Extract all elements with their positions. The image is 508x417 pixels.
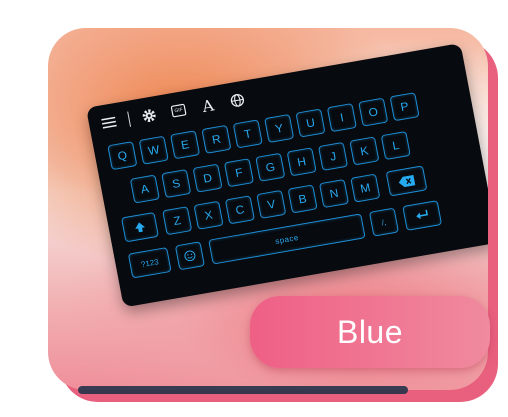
menu-icon[interactable] bbox=[97, 111, 120, 133]
key-w[interactable]: W bbox=[138, 135, 169, 165]
font-icon[interactable]: A bbox=[196, 94, 219, 116]
key-f[interactable]: F bbox=[223, 158, 255, 188]
key-r[interactable]: R bbox=[201, 124, 232, 154]
key-l[interactable]: L bbox=[380, 130, 411, 161]
key-k[interactable]: K bbox=[349, 136, 380, 166]
theme-name-badge[interactable]: Blue bbox=[250, 296, 490, 368]
key-y[interactable]: Y bbox=[264, 113, 295, 144]
sticker-icon[interactable]: GIF bbox=[167, 99, 190, 121]
key-v[interactable]: V bbox=[256, 189, 287, 219]
key-n[interactable]: N bbox=[318, 178, 350, 209]
key-x[interactable]: X bbox=[193, 200, 224, 230]
key-o[interactable]: O bbox=[358, 97, 389, 127]
numbers-key[interactable]: ?123 bbox=[127, 247, 172, 279]
key-d[interactable]: D bbox=[192, 163, 223, 193]
key-t[interactable]: T bbox=[232, 119, 263, 149]
globe-icon[interactable] bbox=[226, 89, 249, 111]
key-s[interactable]: S bbox=[161, 169, 192, 199]
backspace-icon bbox=[398, 174, 416, 187]
theme-name-label: Blue bbox=[336, 313, 404, 350]
shift-key[interactable] bbox=[120, 211, 159, 243]
backspace-key[interactable] bbox=[385, 165, 428, 197]
key-j[interactable]: J bbox=[317, 141, 349, 171]
key-c[interactable]: C bbox=[224, 195, 255, 225]
keyboard-preview: GIF A Q W E R T Y U I O P A S D F G H J K L Z X C V B N M ?123 spac… bbox=[86, 43, 488, 308]
key-i[interactable]: I bbox=[326, 103, 357, 133]
card-base-line bbox=[78, 386, 408, 394]
key-u[interactable]: U bbox=[295, 108, 326, 138]
emoji-icon bbox=[184, 250, 196, 262]
key-e[interactable]: E bbox=[170, 130, 201, 160]
key-h[interactable]: H bbox=[286, 147, 317, 177]
key-z[interactable]: Z bbox=[162, 206, 193, 236]
key-g[interactable]: G bbox=[255, 152, 286, 182]
enter-key[interactable] bbox=[402, 200, 443, 231]
toolbar-divider bbox=[127, 111, 132, 127]
key-b[interactable]: B bbox=[287, 184, 318, 214]
shift-icon bbox=[135, 222, 146, 233]
key-q[interactable]: Q bbox=[107, 141, 138, 171]
key-p[interactable]: P bbox=[389, 92, 420, 122]
emoji-key[interactable] bbox=[174, 241, 205, 271]
gear-icon[interactable] bbox=[138, 104, 161, 126]
enter-icon bbox=[416, 209, 429, 220]
key-a[interactable]: A bbox=[129, 174, 160, 204]
punctuation-key[interactable]: /, bbox=[368, 207, 400, 237]
key-m[interactable]: M bbox=[350, 173, 381, 203]
